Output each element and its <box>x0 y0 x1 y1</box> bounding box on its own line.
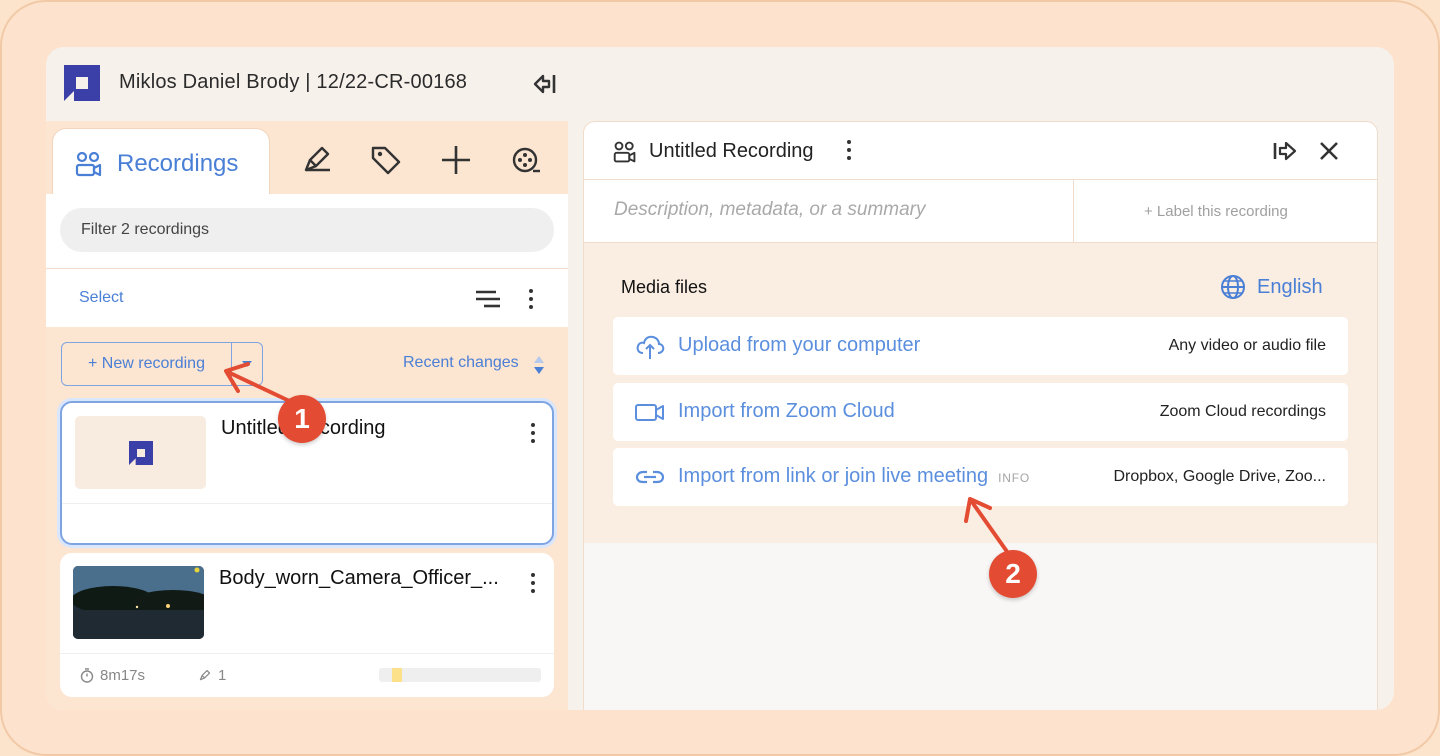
recording-more-icon[interactable] <box>528 423 538 445</box>
night-scene-thumbnail <box>73 566 204 639</box>
detail-header: Untitled Recording <box>584 122 1377 180</box>
expand-panel-icon[interactable] <box>1272 139 1298 163</box>
recording-progress-bar <box>379 668 541 682</box>
panel-empty-area <box>584 543 1377 710</box>
step-1-badge: 1 <box>278 395 326 443</box>
upload-from-computer-option[interactable]: Upload from your computer Any video or a… <box>613 317 1348 375</box>
caret-down-icon <box>242 361 252 367</box>
import-link-option[interactable]: Import from link or join live meeting INF… <box>613 448 1348 506</box>
description-input[interactable]: Description, metadata, or a summary <box>614 199 926 221</box>
tab-recordings-label: Recordings <box>117 149 239 177</box>
duration-text: 8m17s <box>100 667 146 684</box>
app-header: Miklos Daniel Brody | 12/22-CR-00168 <box>46 47 1394 121</box>
option-hint: Zoom Cloud recordings <box>1159 403 1326 420</box>
recording-title: Body_worn_Camera_Officer_... <box>219 567 499 589</box>
language-label: English <box>1257 275 1323 298</box>
recording-duration: 8m17s <box>80 667 145 684</box>
new-recording-button[interactable]: + New recording <box>62 343 232 385</box>
select-link[interactable]: Select <box>79 289 123 307</box>
case-title: Miklos Daniel Brody | 12/22-CR-00168 <box>119 71 468 93</box>
option-label-text: Import from link or join live meeting <box>678 465 989 487</box>
cloud-upload-icon <box>636 335 665 359</box>
description-row: Description, metadata, or a summary + La… <box>584 180 1377 243</box>
add-icon[interactable] <box>439 143 473 177</box>
filter-input[interactable]: Filter 2 recordings <box>60 208 554 252</box>
divider <box>1073 180 1074 243</box>
video-camera-icon <box>635 404 664 421</box>
marker-count: 1 <box>218 667 227 684</box>
sort-order-icon[interactable] <box>533 355 545 375</box>
card-divider <box>60 653 554 654</box>
film-reel-icon[interactable] <box>509 143 543 177</box>
recording-thumbnail <box>75 416 206 489</box>
option-hint: Any video or audio file <box>1168 337 1326 354</box>
selection-toolbar: Select <box>46 269 568 327</box>
info-badge[interactable]: INFO <box>998 471 1030 485</box>
detail-more-icon[interactable] <box>844 140 854 162</box>
new-recording-split-button: + New recording <box>61 342 263 386</box>
stopwatch-icon <box>80 668 94 683</box>
app-logo <box>64 65 100 101</box>
tag-icon[interactable] <box>369 143 403 177</box>
recordings-list-area: + New recording Recent changes Untitled … <box>46 327 568 710</box>
option-label: Import from Zoom Cloud <box>678 400 895 422</box>
detail-title[interactable]: Untitled Recording <box>649 140 814 163</box>
recordings-panel: Filter 2 recordings Select + New recordi… <box>46 194 568 710</box>
tab-bar: Recordings <box>46 121 568 198</box>
recording-markers: 1 <box>198 667 226 684</box>
recordings-icon <box>613 141 636 163</box>
sort-dropdown[interactable]: Recent changes <box>403 354 519 372</box>
card-divider <box>62 503 552 504</box>
recording-thumbnail <box>73 566 204 639</box>
media-files-title: Media files <box>621 277 708 297</box>
progress-marker <box>392 668 402 682</box>
option-hint: Dropbox, Google Drive, Zoo... <box>1113 468 1326 485</box>
close-icon[interactable] <box>1318 140 1340 162</box>
highlighter-icon[interactable] <box>300 143 334 177</box>
globe-icon <box>1221 275 1245 299</box>
tab-recordings[interactable]: Recordings <box>52 128 270 198</box>
recordings-icon <box>75 151 102 176</box>
new-recording-dropdown[interactable] <box>232 343 262 385</box>
option-label: Import from link or join live meeting INF… <box>678 465 1030 488</box>
option-label: Upload from your computer <box>678 334 921 356</box>
step-2-badge: 2 <box>989 550 1037 598</box>
app-window: Miklos Daniel Brody | 12/22-CR-00168 Rec… <box>46 47 1394 710</box>
label-recording-link[interactable]: + Label this recording <box>1144 203 1288 220</box>
import-zoom-option[interactable]: Import from Zoom Cloud Zoom Cloud record… <box>613 383 1348 441</box>
collapse-sidebar-icon[interactable] <box>532 71 560 97</box>
media-files-section: Media files English Upload from your com… <box>584 243 1377 543</box>
recording-card[interactable]: Body_worn_Camera_Officer_... 8m17s 1 <box>60 553 554 697</box>
highlighter-icon <box>199 669 211 681</box>
recording-detail-panel: Untitled Recording Description, metadata… <box>583 121 1378 710</box>
list-view-icon[interactable] <box>474 288 502 310</box>
link-icon <box>635 470 665 484</box>
placeholder-logo-icon <box>129 441 153 465</box>
list-more-menu-icon[interactable] <box>526 289 536 311</box>
language-selector[interactable]: English <box>1220 274 1323 300</box>
recording-more-icon[interactable] <box>528 573 538 595</box>
